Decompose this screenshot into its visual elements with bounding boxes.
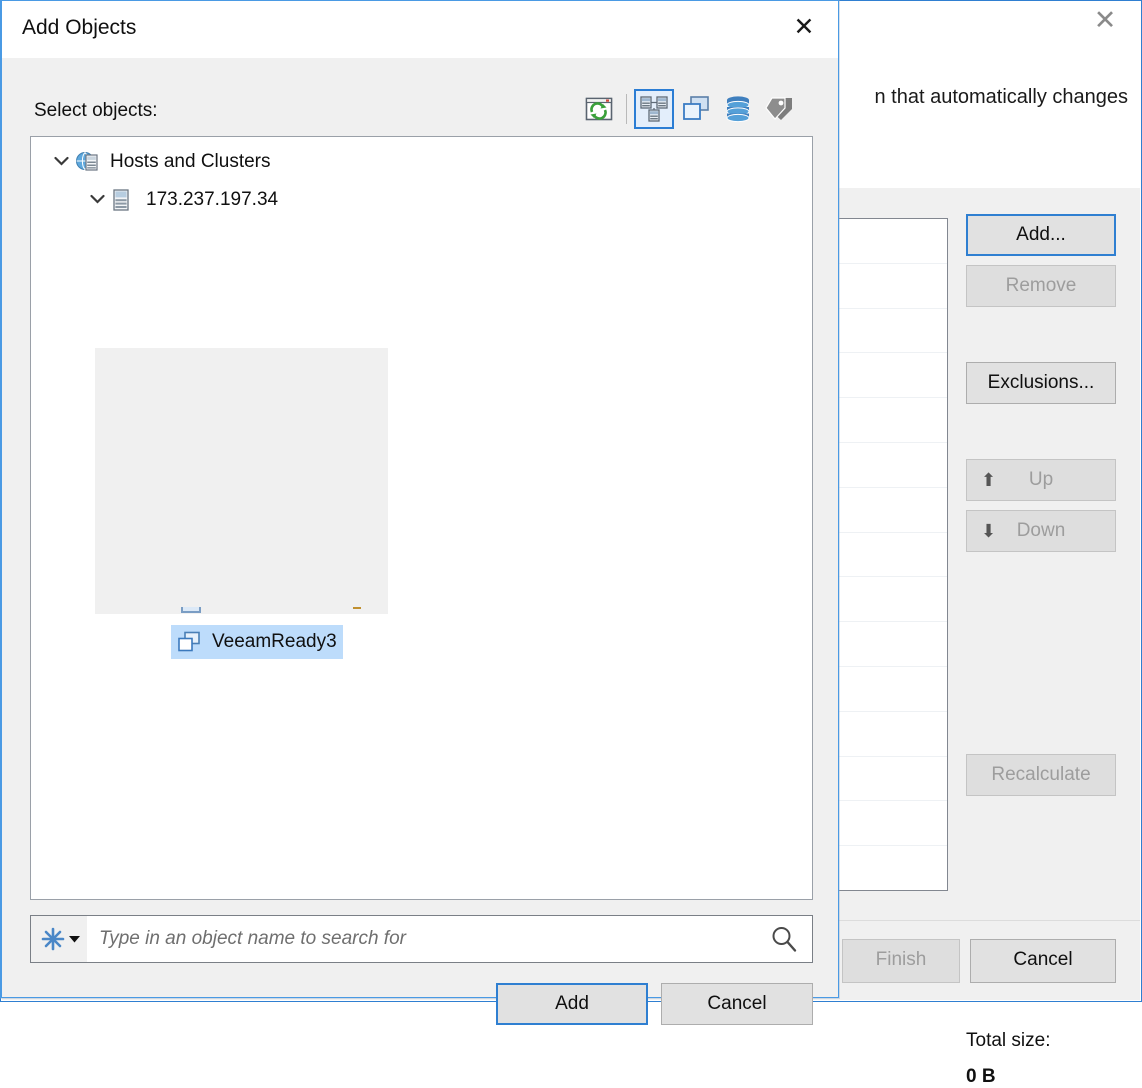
partial-icon-fragment	[181, 607, 201, 613]
virtual-machine-icon	[177, 630, 203, 654]
hosts-and-clusters-icon[interactable]	[634, 89, 674, 129]
exclusions-button[interactable]: Exclusions...	[966, 362, 1116, 404]
search-filter-dropdown[interactable]	[31, 916, 87, 962]
view-mode-toolbar	[579, 89, 800, 129]
move-down-label: Down	[1016, 520, 1066, 541]
search-input[interactable]	[87, 928, 756, 950]
object-actions-panel: Add... Remove Exclusions... ⬆ Up ⬇ Down …	[966, 214, 1116, 796]
arrow-up-icon: ⬆	[981, 470, 997, 490]
finish-button[interactable]: Finish	[842, 939, 960, 983]
tree-node-label: 173.237.197.34	[146, 189, 279, 210]
globe-server-icon	[75, 150, 101, 174]
dialog-titlebar: Add Objects ✕	[2, 1, 838, 58]
arrow-down-icon: ⬇	[981, 521, 997, 541]
redacted-region	[95, 348, 388, 614]
chevron-down-icon	[68, 936, 80, 943]
refresh-icon[interactable]	[579, 89, 619, 129]
remove-button[interactable]: Remove	[966, 265, 1116, 307]
chevron-down-icon[interactable]	[47, 153, 75, 171]
asterisk-filter-icon	[41, 927, 64, 951]
add-button[interactable]: Add...	[966, 214, 1116, 256]
object-search-bar[interactable]	[30, 915, 813, 963]
add-button[interactable]: Add	[496, 983, 648, 1025]
object-tree[interactable]: Hosts and Clusters 173.237.197.34 VeeamR…	[30, 136, 813, 900]
total-size-label: Total size:	[966, 1030, 1051, 1051]
partially-occluded-tree-node	[171, 607, 391, 621]
dialog-title: Add Objects	[22, 16, 137, 39]
move-up-label: Up	[1028, 469, 1054, 490]
chevron-down-icon[interactable]	[83, 191, 111, 209]
datastores-icon[interactable]	[718, 89, 758, 129]
tree-node-label: VeeamReady3	[212, 631, 337, 652]
tree-node-veeamready3[interactable]: VeeamReady3	[171, 625, 343, 659]
tags-icon[interactable]	[760, 89, 800, 129]
move-up-button[interactable]: ⬆ Up	[966, 459, 1116, 501]
host-icon	[111, 188, 137, 212]
add-objects-dialog: Add Objects ✕ Select objects: Hosts and …	[0, 0, 839, 1025]
select-objects-label: Select objects:	[34, 100, 158, 121]
move-down-button[interactable]: ⬇ Down	[966, 510, 1116, 552]
tree-node-host[interactable]: 173.237.197.34	[83, 183, 812, 217]
cancel-button[interactable]: Cancel	[970, 939, 1116, 983]
cancel-button[interactable]: Cancel	[661, 983, 813, 1025]
dialog-body: Select objects: Hosts and Clusters 173.2…	[2, 58, 838, 1025]
partial-glyph-fragment	[353, 607, 361, 609]
toolbar-separator	[626, 94, 627, 124]
search-icon[interactable]	[756, 916, 812, 962]
vms-and-templates-icon[interactable]	[676, 89, 716, 129]
recalculate-button[interactable]: Recalculate	[966, 754, 1116, 796]
close-icon[interactable]: ✕	[1084, 4, 1126, 38]
total-size-value: 0 B	[966, 1066, 996, 1087]
tree-node-hosts-and-clusters[interactable]: Hosts and Clusters	[47, 145, 812, 179]
close-icon[interactable]: ✕	[782, 9, 826, 47]
tree-node-label: Hosts and Clusters	[110, 151, 271, 172]
